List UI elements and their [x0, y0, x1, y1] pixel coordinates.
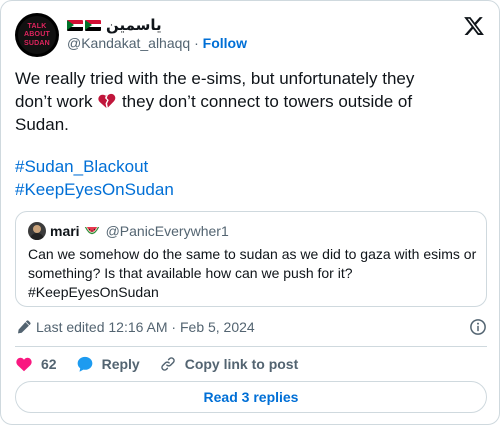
avatar[interactable]: TALK ABOUT SUDAN: [15, 13, 59, 57]
read-replies-button[interactable]: Read 3 replies: [15, 381, 487, 413]
broken-heart-icon: [98, 93, 116, 109]
hashtag-link[interactable]: #KeepEyesOnSudan: [15, 178, 174, 201]
hashtag-link[interactable]: #Sudan_Blackout: [15, 155, 174, 178]
sudan-flag-icon: [85, 19, 101, 31]
reply-bubble-icon: [77, 356, 92, 372]
info-icon[interactable]: [469, 318, 487, 336]
copy-link-button[interactable]: Copy link to post: [159, 355, 299, 373]
reply-label: Reply: [101, 356, 140, 372]
x-logo-icon[interactable]: [463, 15, 485, 37]
quoted-header: mari @PanicEverywher1: [50, 222, 229, 240]
watermelon-icon: [84, 227, 99, 235]
post-text-line-2b: they don’t connect to towers outside of: [121, 92, 413, 111]
pencil-icon: [18, 320, 31, 334]
author-handle-row: @Kandakat_alhaqq · Follow: [67, 35, 247, 51]
quoted-text-line: Can we somehow do the same to sudan as w…: [28, 246, 477, 262]
post-hashtags: #Sudan_Blackout #KeepEyesOnSudan: [15, 155, 174, 201]
author-handle[interactable]: @Kandakat_alhaqq: [67, 35, 190, 51]
copy-link-label: Copy link to post: [184, 356, 299, 372]
author-name-row[interactable]: ياسمين: [67, 15, 162, 35]
post-meta: Last edited 12:16 AM · Feb 5, 2024: [15, 317, 487, 337]
last-edited-timestamp[interactable]: Last edited 12:16 AM · Feb 5, 2024: [36, 319, 255, 335]
embedded-post-card: TALK ABOUT SUDAN ياسمين @Kandakat_alhaqq…: [0, 0, 500, 425]
action-bar: 62 Reply Copy link to post: [15, 353, 317, 375]
quoted-text-line: something? Is that available how can we …: [28, 265, 353, 281]
post-text-line-1: We really tried with the e-sims, but unf…: [15, 69, 415, 88]
heart-icon: [16, 357, 32, 372]
separator-dot: ·: [194, 35, 199, 51]
sudan-flag-icon: [67, 19, 83, 31]
like-button[interactable]: 62: [15, 355, 57, 373]
divider: [15, 346, 487, 347]
post-text-line-3: Sudan.: [15, 115, 69, 134]
link-icon: [160, 357, 175, 371]
quoted-post[interactable]: mari @PanicEverywher1 Can we somehow do …: [15, 211, 487, 307]
quoted-handle: @PanicEverywher1: [105, 223, 229, 239]
quoted-avatar: [28, 222, 46, 240]
avatar-text-3: SUDAN: [24, 40, 50, 47]
avatar-text-2: ABOUT: [24, 31, 50, 38]
reply-button[interactable]: Reply: [76, 355, 140, 373]
follow-link[interactable]: Follow: [203, 35, 247, 51]
post-header: TALK ABOUT SUDAN ياسمين @Kandakat_alhaqq…: [15, 13, 485, 57]
author-display-name: ياسمين: [106, 17, 162, 34]
post-text: We really tried with the e-sims, but unf…: [15, 67, 485, 136]
post-text-line-2a: don’t work: [15, 92, 93, 111]
quoted-text-line: #KeepEyesOnSudan: [28, 284, 159, 300]
quoted-text: Can we somehow do the same to sudan as w…: [28, 245, 478, 302]
quoted-display-name: mari: [50, 223, 80, 239]
avatar-text-1: TALK: [27, 23, 47, 30]
like-count: 62: [41, 356, 57, 372]
